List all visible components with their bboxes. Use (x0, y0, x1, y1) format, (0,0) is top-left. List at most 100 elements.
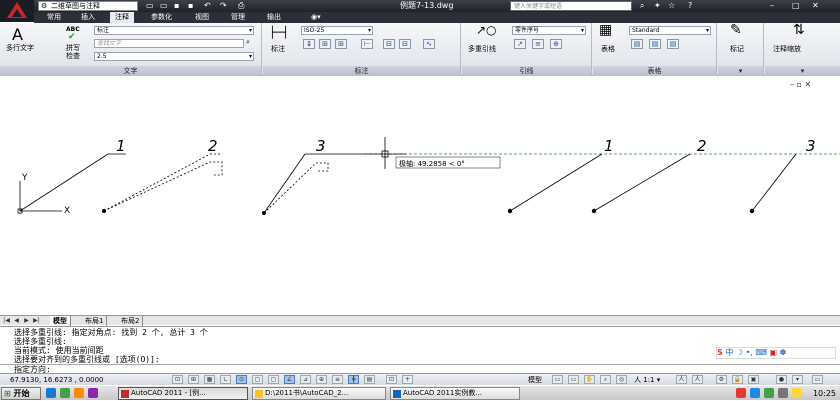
app-menu-button[interactable] (0, 0, 34, 22)
table-download-icon[interactable]: ▤ (667, 39, 679, 49)
tab-output[interactable]: 输出 (262, 12, 286, 23)
subscription-icon[interactable]: ✦ (654, 0, 661, 12)
maximize-icon[interactable]: □ (792, 0, 800, 12)
tab-manage[interactable]: 管理 (226, 12, 250, 23)
dynamic-ucs-toggle[interactable]: ⊿ (300, 375, 311, 384)
leader-right-3[interactable] (751, 153, 797, 212)
workspace-switch-icon[interactable]: ⚙ (716, 375, 727, 384)
table-icon[interactable]: ▦ (599, 23, 612, 37)
volume-icon[interactable] (778, 388, 788, 398)
sogou-icon[interactable]: S (717, 348, 723, 357)
first-layout-icon[interactable]: |◀ (2, 316, 11, 326)
taskbar-item-autocad[interactable]: AutoCAD 2011 - [例... (118, 387, 248, 400)
multileader-icon[interactable]: ↗○ (476, 24, 497, 36)
lineweight-toggle[interactable]: ≡ (332, 375, 343, 384)
leader-left-3[interactable] (263, 153, 364, 214)
status-menu-icon[interactable]: ▾ (792, 375, 803, 384)
redo-icon[interactable]: ↷ (220, 1, 227, 11)
tab-layout2[interactable]: 布局2 (118, 316, 144, 326)
infer-constraints-toggle[interactable]: ⊡ (172, 375, 183, 384)
table-button[interactable]: 表格 (601, 45, 615, 53)
ortho-mode-toggle[interactable]: ∟ (220, 375, 231, 384)
tab-home[interactable]: 常用 (42, 12, 66, 23)
find-replace-icon[interactable]: ⌕ (246, 38, 250, 46)
leader-left-2[interactable] (103, 153, 223, 212)
quick-properties-toggle[interactable]: ▤ (364, 375, 375, 384)
help-icon[interactable]: ? (688, 0, 692, 12)
save-icon[interactable]: ▪ (174, 1, 179, 11)
next-layout-icon[interactable]: ▶ (22, 316, 31, 326)
leader-right-2[interactable] (593, 153, 691, 212)
tab-parametric[interactable]: 参数化 (146, 12, 177, 23)
leader-left-1[interactable] (19, 153, 126, 212)
multileader-button[interactable]: 多重引线 (468, 45, 496, 53)
annotation-scale-panel-title[interactable]: ▾ (765, 66, 840, 76)
annotation-scale-icon[interactable]: ⇅ (793, 23, 805, 37)
search-input[interactable]: 键入关键字或短语 (510, 1, 632, 11)
ime-moon-icon[interactable]: ☽ (736, 348, 743, 357)
close-icon[interactable]: ✕ (812, 0, 819, 12)
taskbar-item-folder[interactable]: D:\2011书\AutoCAD_2... (252, 387, 386, 400)
mtext-button[interactable]: 多行文字 (6, 44, 34, 52)
last-layout-icon[interactable]: ▶| (32, 316, 41, 326)
annotation-scale-button[interactable]: 注释缩放 (773, 45, 801, 53)
grid-display-toggle[interactable]: ▦ (204, 375, 215, 384)
markup-button[interactable]: 标记 (730, 45, 744, 53)
auto-scale-icon[interactable]: 人 (692, 375, 703, 384)
table-panel-title[interactable]: 表格 (593, 66, 716, 76)
selection-cycling-toggle[interactable]: ⊡ (386, 375, 397, 384)
tab-view[interactable]: 视图 (190, 12, 214, 23)
tray-icon[interactable] (736, 388, 746, 398)
steering-wheel-icon[interactable]: ◎ (616, 375, 627, 384)
tab-annotate[interactable]: 注释 (110, 12, 134, 23)
markup-panel-title[interactable]: ▾ (718, 66, 763, 76)
viewport-controls[interactable]: – ▫ ✕ (790, 80, 811, 89)
dim-linear-icon[interactable]: ↨ (303, 39, 315, 49)
text-panel-title[interactable]: 文字 (0, 66, 261, 76)
object-snap-tracking-toggle[interactable]: ∠ (284, 375, 295, 384)
collect-leader-icon[interactable]: ⊕ (550, 39, 562, 49)
annotation-visibility-icon[interactable]: 人 (676, 375, 687, 384)
save-as-icon[interactable]: ▪ (188, 1, 193, 11)
align-leader-icon[interactable]: ≡ (532, 39, 544, 49)
dim-tolerance-icon[interactable]: ⊟ (399, 39, 411, 49)
leader-right-1[interactable] (509, 153, 603, 212)
tray-icon[interactable] (750, 388, 760, 398)
quicklaunch-desktop-icon[interactable] (60, 388, 70, 398)
ime-toolbar[interactable]: S 中 ☽ •, ⌨ ▣ ✽ (716, 347, 836, 359)
ime-skin-icon[interactable]: ▣ (769, 348, 777, 357)
tab-layout1[interactable]: 布局1 (82, 316, 108, 326)
object-snap-toggle[interactable]: ▢ (252, 375, 263, 384)
dim-continue-icon[interactable]: ⊞ (319, 39, 331, 49)
tray-icon[interactable] (792, 388, 802, 398)
annotation-monitor-toggle[interactable]: + (402, 375, 413, 384)
dim-baseline-icon[interactable]: ⊞ (335, 39, 347, 49)
dim-break-icon[interactable]: ⊢ (361, 39, 373, 49)
search-icon[interactable]: ⌕ (640, 0, 644, 12)
polar-tracking-toggle[interactable]: ⊙ (236, 375, 247, 384)
taskbar-item-book[interactable]: AutoCAD 2011实例教... (390, 387, 520, 400)
quicklaunch-app-icon[interactable] (88, 388, 98, 398)
dim-space-icon[interactable]: ⊟ (383, 39, 395, 49)
quicklaunch-media-icon[interactable] (74, 388, 84, 398)
tab-insert[interactable]: 插入 (76, 12, 100, 23)
leader-panel-title[interactable]: 引线 (462, 66, 591, 76)
text-height-dropdown[interactable]: 2.5 ▾ (94, 52, 254, 61)
ribbon-options-icon[interactable]: ◉▾ (306, 12, 326, 23)
find-text-input[interactable]: 查找文字 (94, 39, 244, 48)
quicklaunch-ie-icon[interactable] (46, 388, 56, 398)
new-file-icon[interactable]: ▭ (146, 1, 154, 11)
dim-inspect-icon[interactable]: ∿ (423, 39, 435, 49)
dimension-panel-title[interactable]: 标注 (263, 66, 460, 76)
ime-chinese-icon[interactable]: 中 (725, 348, 733, 357)
table-extract-icon[interactable]: ▤ (649, 39, 661, 49)
lock-icon[interactable]: 🔒 (732, 375, 743, 384)
quick-view-drawings-icon[interactable]: ▭ (568, 375, 579, 384)
workspace-dropdown[interactable]: ⚙ 二维草图与注释 (38, 1, 138, 11)
start-button[interactable]: ⊞ 开始 (1, 387, 41, 400)
zoom-icon[interactable]: ⌕ (600, 375, 611, 384)
dynamic-input-toggle[interactable]: ⊕ (316, 375, 327, 384)
add-leader-icon[interactable]: ↗ (514, 39, 526, 49)
plot-icon[interactable]: ⎙ (238, 1, 244, 11)
isolate-objects-icon[interactable]: ● (776, 375, 787, 384)
